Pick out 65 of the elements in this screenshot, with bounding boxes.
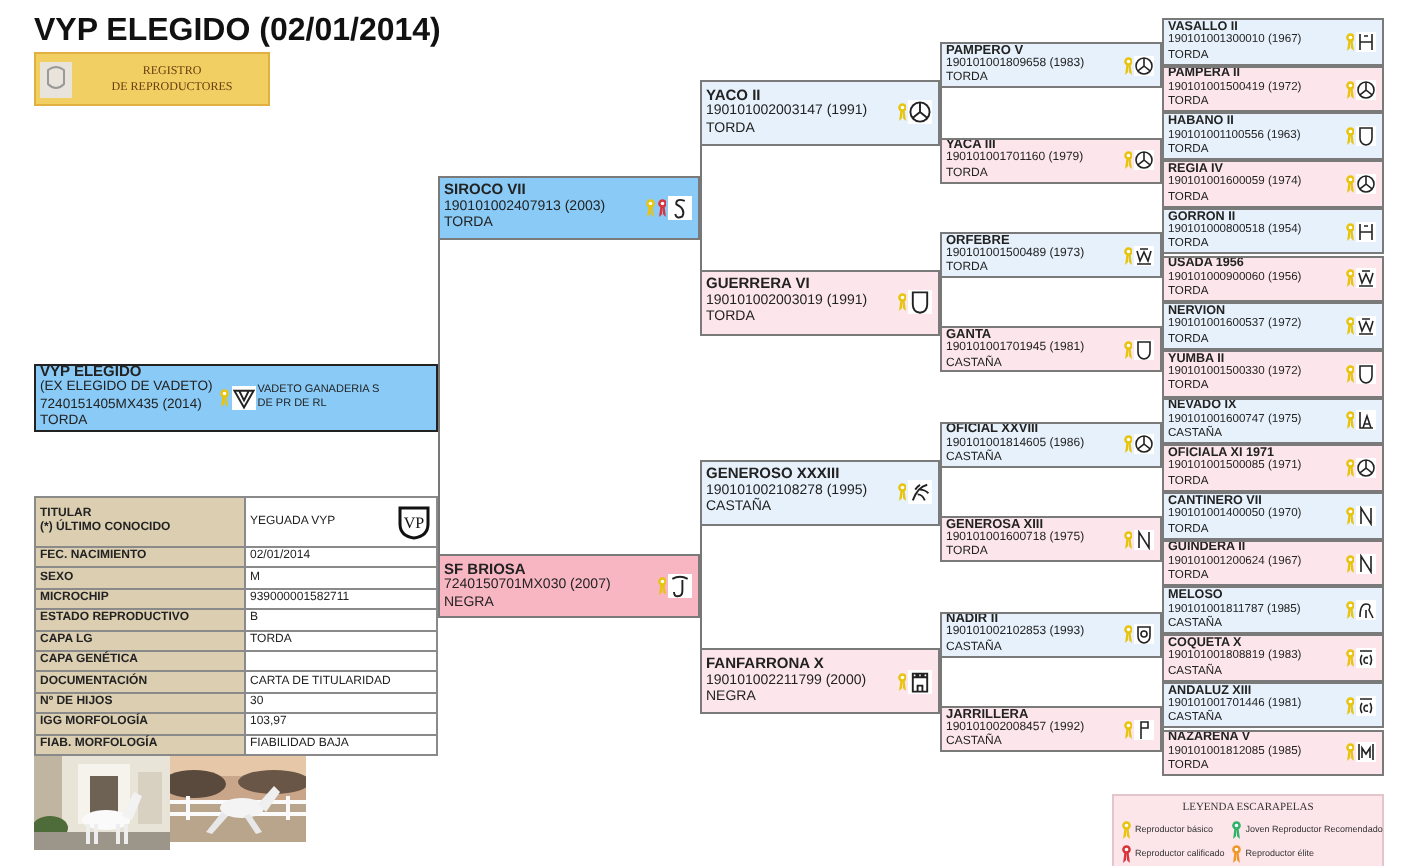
rosette-icon (1123, 434, 1132, 455)
page-title: VYP ELEGIDO (02/01/2014) (34, 14, 438, 50)
wheel-icon (1356, 173, 1376, 194)
rosette-icon (1345, 31, 1354, 52)
rosette-icon (1123, 529, 1132, 550)
wheel-icon (1356, 79, 1376, 100)
rosette-icon (1345, 505, 1354, 526)
rosette-icon (657, 576, 666, 597)
wheel-icon (1134, 434, 1154, 455)
castle-icon (908, 669, 932, 694)
fence-icon (1356, 742, 1376, 763)
hook-icon (668, 574, 692, 599)
wheel-icon (1134, 150, 1154, 171)
rosette-icon (1345, 221, 1354, 242)
squiggle-icon (668, 195, 692, 220)
crown-icon (1356, 268, 1376, 289)
rosette-icon (1345, 79, 1354, 100)
triangle-icon (231, 385, 256, 410)
crown-icon (1356, 316, 1376, 337)
zigzag-icon (1134, 529, 1154, 550)
rosette-icon (1345, 458, 1354, 479)
rosette-icon (1345, 410, 1354, 431)
crest-icon (1134, 624, 1154, 645)
rosette-icon (1345, 363, 1354, 384)
wheel-icon (908, 100, 932, 125)
rosette-icon (1345, 173, 1354, 194)
rosette-icon (1122, 820, 1131, 841)
rosette-icon (1345, 647, 1354, 668)
rosette-icon (1123, 719, 1132, 739)
rosette-icon (1123, 339, 1132, 360)
rosette-icon (897, 292, 906, 313)
rosette-icon (897, 102, 906, 123)
rosette-icon (1345, 553, 1354, 574)
logo-icon (36, 57, 76, 101)
bracket-icon (1356, 695, 1376, 716)
rosette-icon (1122, 844, 1131, 865)
rosette-icon (897, 482, 906, 502)
rosette-icon (1345, 268, 1354, 289)
shield-icon (908, 290, 932, 315)
shield-icon (1134, 339, 1154, 360)
rosette-icon (1232, 844, 1242, 865)
shield-logo: VP (396, 504, 432, 540)
flag-icon (1134, 719, 1154, 739)
wheel-icon (1356, 458, 1376, 479)
shield-icon (1356, 126, 1376, 147)
rosette-icon (1345, 742, 1354, 763)
rosette-icon (1232, 820, 1242, 841)
wheel-icon (1134, 55, 1154, 76)
gate-icon (1356, 221, 1376, 242)
zigzag-icon (1356, 505, 1376, 526)
gate-icon (1356, 31, 1376, 52)
rosette-icon (1123, 245, 1132, 265)
rosette-icon (1345, 126, 1354, 147)
rosette-icon (1123, 624, 1132, 645)
shield-icon (1356, 363, 1376, 384)
rosette-icon (1345, 316, 1354, 337)
rosette-icon (1345, 695, 1354, 716)
rosette-icon (1345, 600, 1354, 621)
crown-icon (1134, 245, 1154, 265)
rosette-icon (897, 671, 906, 692)
bracket-icon (1356, 647, 1376, 668)
rosette-icon (220, 387, 230, 408)
rosette-icon (1123, 150, 1132, 171)
rosette-icon (1123, 55, 1132, 76)
zigzag-icon (1356, 553, 1376, 574)
